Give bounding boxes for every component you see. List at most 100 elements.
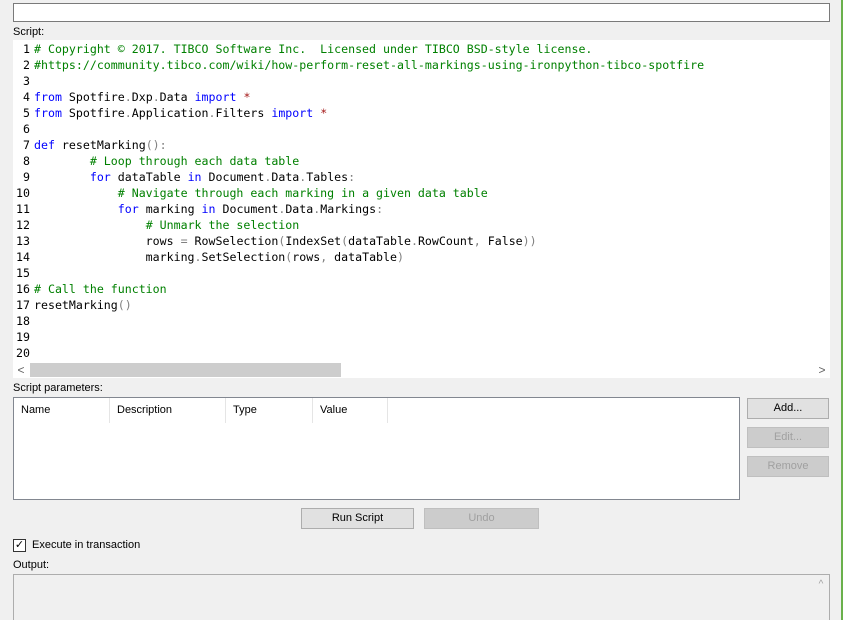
scroll-left-arrow-icon[interactable]: < [13,362,29,378]
scrollbar-thumb[interactable] [30,363,341,377]
code-token: dataTable [110,170,188,184]
code-line[interactable]: 19 [13,329,34,345]
line-number: 12 [16,218,30,232]
line-number: 9 [23,170,30,184]
code-area[interactable]: 1 # Copyright © 2017. TIBCO Software Inc.… [13,40,830,362]
scroll-right-arrow-icon[interactable]: > [814,362,830,378]
code-line[interactable]: 3 [13,73,34,89]
code-line[interactable]: 11 for marking in Document.Data.Markings… [13,201,383,217]
line-number: 7 [23,138,30,152]
line-number: 15 [16,266,30,280]
scroll-up-arrow-icon[interactable]: ^ [815,579,827,591]
code-text: for dataTable in Document.Data.Tables: [34,169,355,185]
line-number: 2 [23,58,30,72]
code-token: dataTable [327,250,397,264]
code-token: Data [159,90,195,104]
code-text: # Navigate through each marking in a giv… [34,185,488,201]
line-number: 10 [16,186,30,200]
code-line[interactable]: 15 [13,265,34,281]
code-token: Tables [306,170,349,184]
code-line[interactable]: 5 from Spotfire.Application.Filters impor… [13,105,327,121]
code-token: dataTable [348,234,411,248]
code-token: RowCount [417,234,474,248]
code-token: for [89,170,111,184]
code-text: # Call the function [34,281,167,297]
code-line[interactable]: 2 #https://community.tibco.com/wiki/how-p… [13,57,704,73]
code-token: False [480,234,523,248]
code-token: # Loop through each data table [89,154,300,168]
code-line[interactable]: 6 [13,121,34,137]
code-token: * [236,90,251,104]
code-token: . [194,250,202,264]
code-token: from [34,106,62,120]
code-text: from Spotfire.Dxp.Data import * [34,89,250,105]
code-token: (): [145,138,167,152]
code-token: resetMarking [34,298,118,312]
code-token: Document [215,202,279,216]
code-token: import [271,106,314,120]
line-number: 3 [23,74,30,88]
horizontal-scrollbar[interactable]: < > [13,362,830,378]
execute-in-transaction-label[interactable]: Execute in transaction [32,539,140,552]
code-line[interactable]: 17 resetMarking() [13,297,132,313]
code-token: from [34,90,62,104]
code-token: . [124,106,132,120]
column-header-description[interactable]: Description [110,398,226,423]
code-line[interactable]: 13 rows = RowSelection(IndexSet(dataTabl… [13,233,537,249]
line-number: 20 [16,346,30,360]
undo-button[interactable]: Undo [424,508,539,529]
top-text-input[interactable] [13,3,830,22]
script-parameters-list[interactable]: Name Description Type Value [13,397,740,500]
code-token: ) [397,250,404,264]
code-token: def [34,138,55,152]
column-header-type[interactable]: Type [226,398,313,423]
code-line[interactable]: 18 [13,313,34,329]
code-line[interactable]: 8 # Loop through each data table [13,153,299,169]
code-text: #https://community.tibco.com/wiki/how-pe… [34,57,704,73]
line-number: 14 [16,250,30,264]
code-token: . [208,106,216,120]
column-header-value[interactable]: Value [313,398,388,423]
code-line[interactable]: 9 for dataTable in Document.Data.Tables: [13,169,355,185]
code-text: marking.SetSelection(rows, dataTable) [34,249,404,265]
code-line[interactable]: 1 # Copyright © 2017. TIBCO Software Inc.… [13,41,592,57]
add-button[interactable]: Add... [747,398,829,419]
code-token: in [201,202,216,216]
code-token: # Unmark the selection [145,218,300,232]
code-line[interactable]: 14 marking.SetSelection(rows, dataTable) [13,249,404,265]
code-text: # Unmark the selection [34,217,300,233]
code-text: from Spotfire.Application.Filters import… [34,105,327,121]
code-text: resetMarking() [34,297,132,313]
code-line[interactable]: 7 def resetMarking(): [13,137,167,153]
code-line[interactable]: 4 from Spotfire.Dxp.Data import * [13,89,250,105]
code-text: # Loop through each data table [34,153,299,169]
code-token: Data [285,202,314,216]
code-line[interactable]: 12 # Unmark the selection [13,217,299,233]
script-editor[interactable]: 1 # Copyright © 2017. TIBCO Software Inc.… [13,40,830,378]
code-token: resetMarking [54,138,146,152]
line-number: 16 [16,282,30,296]
execute-in-transaction-checkbox[interactable]: ✓ [13,539,26,552]
code-line[interactable]: 20 [13,345,34,361]
code-line[interactable]: 10 # Navigate through each marking in a … [13,185,488,201]
code-line[interactable]: 16 # Call the function [13,281,167,297]
code-token: #https://community.tibco.com/wiki/how-pe… [34,58,705,72]
code-text: def resetMarking(): [34,137,167,153]
column-header-name[interactable]: Name [14,398,110,423]
remove-button[interactable]: Remove [747,456,829,477]
code-token: Spotfire [61,90,125,104]
edit-button[interactable]: Edit... [747,427,829,448]
code-token: : [376,202,384,216]
line-number: 11 [16,202,30,216]
code-token: rows [292,250,321,264]
output-box[interactable]: ^ [13,574,830,620]
code-token: RowSelection [187,234,279,248]
code-token: : [348,170,356,184]
code-token: () [117,298,132,312]
run-script-button[interactable]: Run Script [301,508,414,529]
